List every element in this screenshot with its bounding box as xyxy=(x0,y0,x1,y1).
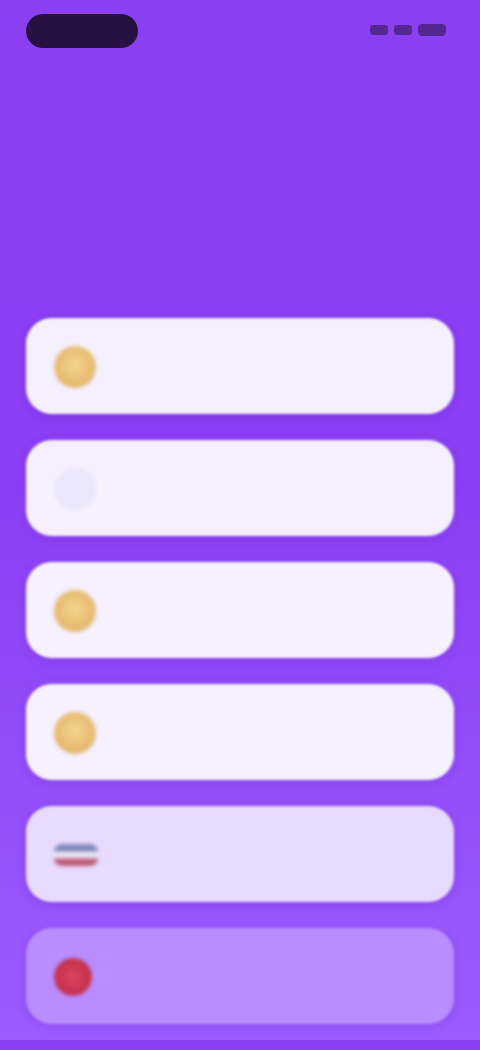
blank-icon xyxy=(54,468,96,510)
gold-circle-icon xyxy=(54,712,96,754)
flag-icon xyxy=(54,844,98,866)
battery-icon xyxy=(418,24,446,36)
red-circle-icon xyxy=(54,958,92,996)
option-card-2[interactable] xyxy=(26,440,454,536)
status-bar xyxy=(0,0,480,60)
dynamic-island xyxy=(26,14,138,48)
option-card-1[interactable] xyxy=(26,318,454,414)
option-card-5[interactable] xyxy=(26,806,454,902)
status-icons xyxy=(370,24,446,36)
option-card-6[interactable] xyxy=(26,928,454,1024)
gold-circle-icon xyxy=(54,346,96,388)
option-card-4[interactable] xyxy=(26,684,454,780)
option-card-3[interactable] xyxy=(26,562,454,658)
gold-circle-icon xyxy=(54,590,96,632)
wifi-icon xyxy=(394,25,412,35)
options-list xyxy=(26,318,454,1050)
signal-icon xyxy=(370,25,388,35)
